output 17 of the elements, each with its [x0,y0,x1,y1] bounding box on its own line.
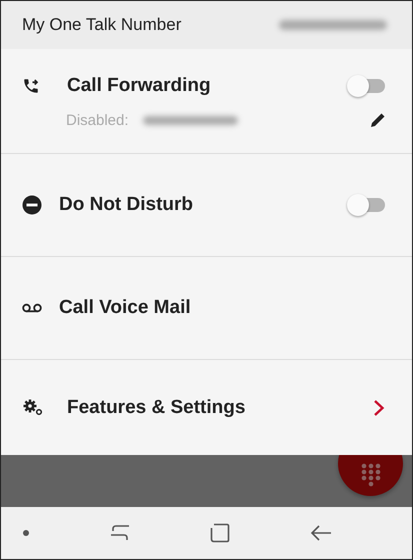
dot-icon [23,530,29,536]
recent-apps-icon[interactable] [108,524,131,542]
row-label[interactable]: Call Voice Mail [59,297,191,319]
back-icon[interactable] [310,524,332,542]
voicemail-icon [22,303,42,313]
row-label[interactable]: Features & Settings [67,396,246,418]
dialpad-icon [358,462,382,486]
chevron-right-icon[interactable] [373,398,385,416]
gears-icon [22,398,44,416]
status-label: Disabled: [66,112,129,128]
do-not-disturb-icon [22,195,42,215]
phone-forward-icon [22,77,40,95]
row-label[interactable]: Call Forwarding [67,75,211,97]
home-icon[interactable] [210,523,230,543]
header-title: My One Talk Number [22,15,182,35]
row-label[interactable]: Do Not Disturb [59,194,194,216]
pencil-icon[interactable] [369,111,387,129]
